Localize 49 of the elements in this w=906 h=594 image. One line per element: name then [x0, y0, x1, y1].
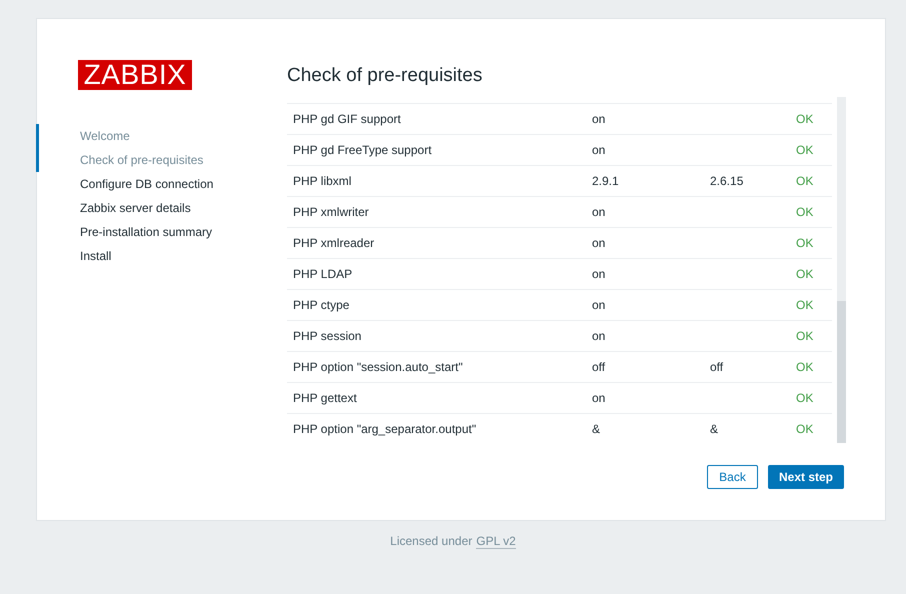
table-cell-text: on — [592, 390, 606, 407]
status-text: OK — [796, 328, 814, 345]
table-cell-text: PHP gettext — [293, 390, 358, 407]
table-cell-text: 2.9.1 — [592, 173, 620, 190]
status-text: OK — [796, 421, 814, 438]
back-button[interactable]: Back — [707, 465, 758, 489]
table-cell-text: & — [710, 421, 720, 438]
status-text: OK — [796, 359, 814, 376]
table-cell-text: PHP option "session.auto_start" — [293, 359, 464, 376]
table-cell-text: off — [710, 359, 724, 376]
table-cell-text: on — [592, 204, 606, 221]
step-item: Zabbix server details — [79, 200, 192, 217]
status-text: OK — [796, 204, 814, 221]
table-cell-text: 2.6.15 — [710, 173, 744, 190]
table-cell-text: PHP LDAP — [293, 266, 354, 283]
table-cell-text: off — [592, 359, 606, 376]
table-cell-text: PHP libxml — [293, 173, 352, 190]
status-text: OK — [796, 266, 814, 283]
logo: ZABBIX — [78, 60, 192, 90]
table-cell-text: on — [592, 111, 606, 128]
table-cell-text: on — [592, 328, 606, 345]
step-item: Pre-installation summary — [79, 224, 214, 241]
status-text: OK — [796, 142, 814, 159]
table-cell-text: & — [592, 421, 602, 438]
status-text: OK — [796, 173, 814, 190]
step-item: Install — [79, 248, 112, 265]
step-item: Configure DB connection — [79, 176, 214, 193]
table-cell-text: on — [592, 297, 606, 314]
table-cell-text: PHP xmlwriter — [293, 204, 370, 221]
status-text: OK — [796, 111, 814, 128]
next-button[interactable]: Next step — [768, 465, 844, 489]
status-text: OK — [796, 235, 814, 252]
step-item: Welcome — [36, 124, 287, 148]
table-cell-text: PHP option "arg_separator.output" — [293, 421, 478, 438]
table-cell-text: PHP gd GIF support — [293, 111, 402, 128]
page-title: Check of pre-requisites — [287, 65, 484, 87]
table-cell-text: PHP gd FreeType support — [293, 142, 433, 159]
step-item: Check of pre-requisites — [36, 148, 287, 172]
table-cell-text: on — [592, 266, 606, 283]
table-cell-text: PHP xmlreader — [293, 235, 376, 252]
status-text: OK — [796, 297, 814, 314]
scrollbar[interactable] — [837, 97, 846, 443]
license-link[interactable]: GPL v2 — [476, 534, 516, 549]
license-text: Licensed under — [390, 534, 472, 548]
table-cell-text: on — [592, 142, 606, 159]
table-cell-text: PHP session — [293, 328, 362, 345]
status-text: OK — [796, 390, 814, 407]
table-cell-text: on — [592, 235, 606, 252]
table-cell-text: PHP ctype — [293, 297, 350, 314]
